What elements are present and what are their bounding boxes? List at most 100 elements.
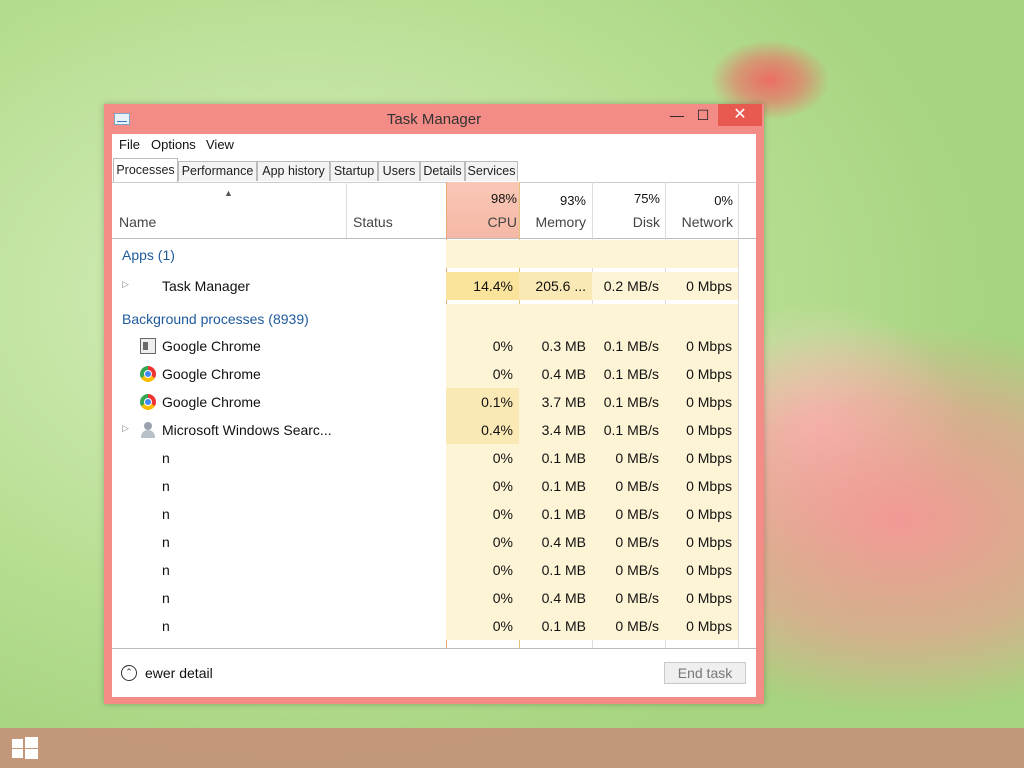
maximize-button[interactable]: ☐	[690, 104, 716, 126]
process-name: Task Manager	[162, 278, 250, 294]
tab-services[interactable]: Services	[465, 161, 518, 181]
column-status[interactable]: Status	[353, 214, 393, 230]
table-row[interactable]: 0% 0.1 MB 0 MB/s 0 Mbps n	[112, 612, 756, 640]
network-value: 0 Mbps	[686, 394, 732, 410]
disk-value: 0.1 MB/s	[603, 338, 659, 354]
heat-cell	[592, 240, 665, 268]
tab-processes[interactable]: Processes	[113, 158, 178, 182]
taskbar	[0, 728, 1024, 768]
group-label: Apps (1)	[122, 247, 175, 263]
table-row[interactable]: 0.1% 3.7 MB 0.1 MB/s 0 Mbps Google Chrome	[112, 388, 756, 416]
minimize-button[interactable]: —	[664, 104, 690, 126]
disk-value: 0 MB/s	[615, 478, 659, 494]
memory-value: 0.1 MB	[541, 562, 586, 578]
process-name: Google Chrome	[162, 338, 261, 354]
network-value: 0 Mbps	[686, 618, 732, 634]
group-background-processes[interactable]: Background processes (8939)	[112, 304, 756, 332]
expand-icon[interactable]: ▷	[122, 279, 129, 290]
network-value: 0 Mbps	[686, 590, 732, 606]
memory-value: 205.6 ...	[535, 278, 586, 294]
fewer-details-link[interactable]: ewer detail	[145, 665, 213, 681]
network-value: 0 Mbps	[686, 450, 732, 466]
expand-icon[interactable]: ▷	[122, 423, 129, 434]
disk-value: 0.1 MB/s	[603, 366, 659, 382]
chevron-up-icon[interactable]: ⌃	[121, 665, 137, 681]
process-name: n	[162, 562, 170, 578]
network-value: 0 Mbps	[686, 422, 732, 438]
menu-view[interactable]: View	[206, 137, 234, 152]
menu-bar: File Options View	[112, 134, 756, 156]
table-row[interactable]: 0% 0.4 MB 0 MB/s 0 Mbps n	[112, 584, 756, 612]
disk-value: 0 MB/s	[615, 562, 659, 578]
table-row[interactable]: 14.4% 205.6 ... 0.2 MB/s 0 Mbps ▷ Task Manage…	[112, 272, 756, 300]
disk-value: 0 MB/s	[615, 534, 659, 550]
disk-value: 0.1 MB/s	[603, 394, 659, 410]
network-value: 0 Mbps	[686, 478, 732, 494]
group-apps[interactable]: Apps (1)	[112, 240, 756, 268]
cpu-value: 0%	[492, 534, 513, 550]
tab-details[interactable]: Details	[420, 161, 465, 181]
table-row[interactable]: 0% 0.1 MB 0 MB/s 0 Mbps n	[112, 444, 756, 472]
memory-value: 0.1 MB	[541, 506, 586, 522]
network-value: 0 Mbps	[686, 534, 732, 550]
memory-value: 0.4 MB	[541, 590, 586, 606]
cpu-value: 0%	[492, 478, 513, 494]
column-cpu[interactable]: CPU	[487, 214, 517, 230]
tab-app-history[interactable]: App history	[257, 161, 330, 181]
client-area: File Options View Processes Performance …	[112, 134, 756, 697]
task-manager-window: Task Manager — ☐ ✕ File Options View Pro…	[104, 104, 764, 704]
disk-value: 0.1 MB/s	[603, 422, 659, 438]
memory-value: 0.4 MB	[541, 534, 586, 550]
table-row[interactable]: 0% 0.1 MB 0 MB/s 0 Mbps n	[112, 500, 756, 528]
menu-options[interactable]: Options	[151, 137, 196, 152]
column-network[interactable]: Network	[682, 214, 733, 230]
heat-cell	[665, 240, 738, 268]
memory-value: 3.4 MB	[541, 422, 586, 438]
close-button[interactable]: ✕	[718, 104, 762, 126]
menu-file[interactable]: File	[119, 137, 140, 152]
cpu-value: 0%	[492, 506, 513, 522]
disk-value: 0 MB/s	[615, 618, 659, 634]
heat-cell	[519, 240, 592, 268]
column-disk[interactable]: Disk	[633, 214, 660, 230]
heat-cell	[592, 304, 665, 332]
memory-value: 0.3 MB	[541, 338, 586, 354]
end-task-button[interactable]: End task	[664, 662, 746, 684]
table-row[interactable]: 0.4% 3.4 MB 0.1 MB/s 0 Mbps ▷ Microsoft Windo…	[112, 416, 756, 444]
column-name[interactable]: Name	[119, 214, 156, 230]
table-row[interactable]: 0% 0.1 MB 0 MB/s 0 Mbps n	[112, 472, 756, 500]
chrome-icon	[140, 394, 156, 410]
network-value: 0 Mbps	[686, 338, 732, 354]
cpu-value: 14.4%	[473, 278, 513, 294]
table-row[interactable]: 0% 0.1 MB 0 MB/s 0 Mbps n	[112, 556, 756, 584]
tab-performance[interactable]: Performance	[178, 161, 257, 181]
column-memory[interactable]: Memory	[535, 214, 586, 230]
windows-logo-icon[interactable]	[12, 737, 38, 759]
table-row[interactable]: 0% 0.3 MB 0.1 MB/s 0 Mbps Google Chrome	[112, 332, 756, 360]
memory-percent: 93%	[559, 193, 586, 208]
table-row[interactable]: 0% 0.4 MB 0.1 MB/s 0 Mbps Google Chrome	[112, 360, 756, 388]
memory-value: 3.7 MB	[541, 394, 586, 410]
disk-value: 0.2 MB/s	[603, 278, 659, 294]
title-bar[interactable]: Task Manager — ☐ ✕	[104, 104, 764, 134]
cpu-value: 0%	[492, 618, 513, 634]
tab-users[interactable]: Users	[378, 161, 420, 181]
cpu-value: 0.1%	[481, 394, 513, 410]
disk-percent: 75%	[633, 191, 660, 206]
table-row[interactable]: 0% 0.4 MB 0 MB/s 0 Mbps n	[112, 528, 756, 556]
tab-bar: Processes Performance App history Startu…	[112, 156, 756, 183]
process-name: n	[162, 590, 170, 606]
heat-cell	[446, 304, 519, 332]
column-divider	[346, 182, 347, 238]
cpu-value: 0%	[492, 450, 513, 466]
memory-value: 0.1 MB	[541, 478, 586, 494]
tab-startup[interactable]: Startup	[330, 161, 378, 181]
network-value: 0 Mbps	[686, 278, 732, 294]
disk-value: 0 MB/s	[615, 506, 659, 522]
cpu-value: 0%	[492, 562, 513, 578]
process-name: Microsoft Windows Searc...	[162, 422, 332, 438]
group-label: Background processes (8939)	[122, 311, 309, 327]
disk-value: 0 MB/s	[615, 590, 659, 606]
process-name: n	[162, 506, 170, 522]
heat-cell	[519, 304, 592, 332]
